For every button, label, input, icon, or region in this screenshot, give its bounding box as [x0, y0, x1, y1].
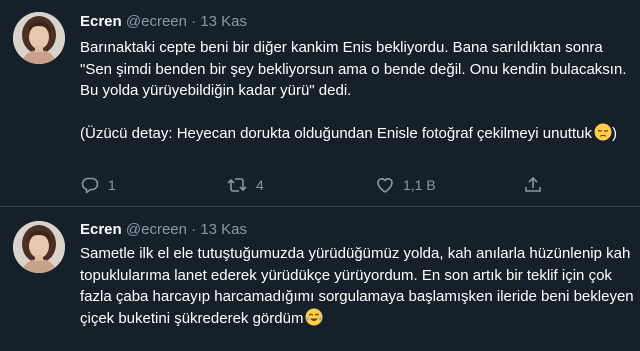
tweet-date[interactable]: 13 Kas [200, 221, 247, 238]
author-name[interactable]: Ecren [80, 221, 122, 238]
author-handle[interactable]: @ecreen [126, 221, 187, 238]
author-handle[interactable]: @ecreen [126, 13, 187, 30]
retweet-button[interactable]: 4 [226, 175, 264, 195]
tweet-1[interactable]: Ecren @ecreen · 13 Kas Barınaktaki cepte… [0, 0, 640, 206]
tweet-header: Ecren @ecreen · 13 Kas [80, 12, 247, 32]
avatar-photo [13, 221, 65, 273]
tweet-body: Sametle ilk el ele tutuştuğumuzda yürüdü… [80, 243, 635, 332]
share-button[interactable] [523, 175, 543, 195]
tweet-date[interactable]: 13 Kas [200, 13, 247, 30]
tweet-body: Barınaktaki cepte beni bir diğer kankim … [80, 37, 635, 147]
heart-icon [375, 175, 395, 195]
retweet-icon [226, 175, 248, 195]
share-icon [523, 175, 543, 195]
like-count: 1,1 B [403, 177, 436, 193]
reply-button[interactable]: 1 [80, 175, 116, 195]
tweet-2[interactable]: Ecren @ecreen · 13 Kas Sametle ilk el el… [0, 207, 640, 351]
tweet-paragraph-text: (Üzücü detay: Heyecan dorukta olduğundan… [80, 124, 592, 142]
avatar-photo [13, 12, 65, 64]
separator-dot: · [191, 221, 197, 238]
reply-icon [80, 175, 100, 195]
separator-dot: · [191, 13, 197, 30]
closing-parenthesis: ) [611, 124, 617, 142]
like-button[interactable]: 1,1 B [375, 175, 436, 195]
tweet-paragraph: Barınaktaki cepte beni bir diğer kankim … [80, 39, 627, 99]
avatar[interactable] [13, 12, 65, 64]
tweet-actions: 1 4 1,1 B [80, 175, 620, 195]
tweet-header: Ecren @ecreen · 13 Kas [80, 220, 247, 240]
tweet-paragraph: Sametle ilk el ele tutuştuğumuzda yürüdü… [80, 243, 635, 332]
tweet-paragraph-text: Sametle ilk el ele tutuştuğumuzda yürüdü… [80, 245, 634, 327]
pensive-face-icon [594, 123, 612, 148]
avatar[interactable] [13, 221, 65, 273]
tweet-paragraph: (Üzücü detay: Heyecan dorukta olduğundan… [80, 123, 635, 148]
tears-of-joy-icon [305, 308, 323, 333]
retweet-count: 4 [256, 177, 264, 193]
reply-count: 1 [108, 177, 116, 193]
author-name[interactable]: Ecren [80, 13, 122, 30]
